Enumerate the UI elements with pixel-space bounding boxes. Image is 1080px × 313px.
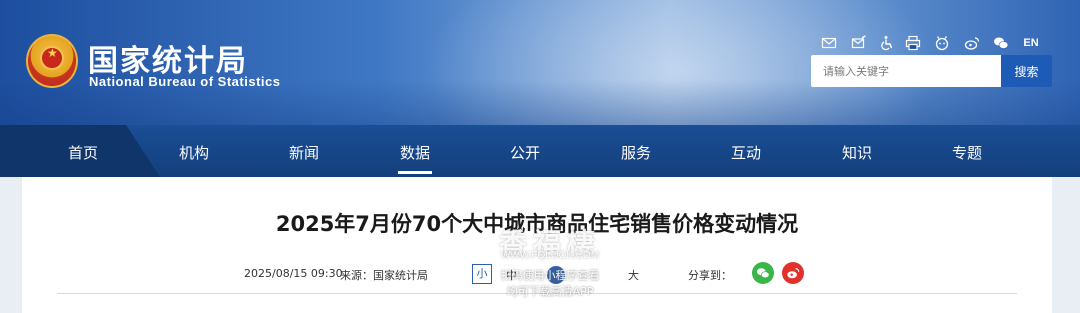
article-date: 2025/08/15 09:30 <box>244 267 343 280</box>
print-icon[interactable] <box>904 34 922 52</box>
emblem-star-icon: ★ <box>47 46 58 60</box>
mail-icon[interactable] <box>820 34 838 52</box>
share-wechat-icon[interactable] <box>752 262 774 284</box>
header-toolbar: EN <box>820 34 1055 52</box>
nav-item-organization[interactable]: 机构 <box>144 125 244 177</box>
search-input[interactable] <box>811 55 1001 87</box>
nav-item-interaction[interactable]: 互动 <box>696 125 796 177</box>
app-icon[interactable] <box>933 34 951 52</box>
site-logo-en[interactable]: National Bureau of Statistics <box>89 74 280 89</box>
weibo-icon[interactable] <box>963 34 981 52</box>
nav-active-indicator <box>398 171 432 174</box>
mail-edit-icon[interactable] <box>850 34 868 52</box>
national-emblem-icon[interactable]: ★ <box>26 34 78 88</box>
nav-item-services[interactable]: 服务 <box>586 125 686 177</box>
search-button[interactable]: 搜索 <box>1001 55 1052 87</box>
nav-item-home[interactable]: 首页 <box>33 125 133 177</box>
language-toggle[interactable]: EN <box>1022 34 1040 52</box>
share-label: 分享到： <box>688 269 732 282</box>
nav-item-news[interactable]: 新闻 <box>254 125 354 177</box>
nav-item-topics[interactable]: 专题 <box>917 125 1017 177</box>
nav-item-data[interactable]: 数据 <box>365 125 465 177</box>
watermark-line-2: 均可下载高清APP <box>506 285 594 298</box>
article-source: 来源：国家统计局 <box>340 269 428 282</box>
wechat-icon[interactable] <box>992 34 1010 52</box>
watermark-line-1: 扫码使用小程序查看 <box>500 269 600 282</box>
nav-item-knowledge[interactable]: 知识 <box>807 125 907 177</box>
nav-item-disclosure[interactable]: 公开 <box>475 125 575 177</box>
watermark-url: WWW.FQLOOK.COM <box>500 250 600 261</box>
share-weibo-icon[interactable] <box>782 262 804 284</box>
accessibility-icon[interactable] <box>878 34 896 52</box>
